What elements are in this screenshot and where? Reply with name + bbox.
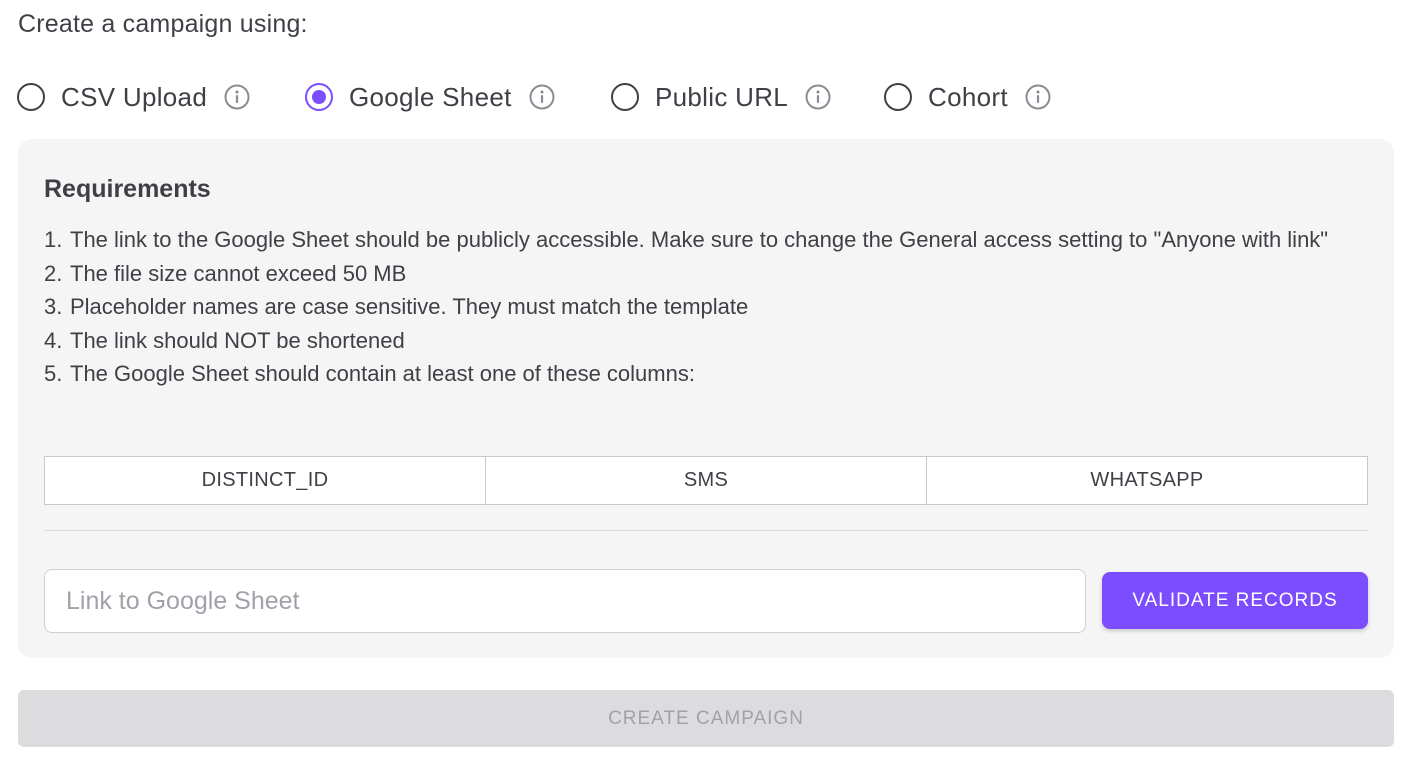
requirements-title: Requirements xyxy=(44,175,211,203)
option-csv-upload[interactable]: CSV Upload xyxy=(17,78,251,116)
list-item: 4. The link should NOT be shortened xyxy=(44,324,1364,358)
option-label-csv-upload: CSV Upload xyxy=(61,81,208,112)
list-item-number: 5. xyxy=(44,361,63,386)
option-label-google-sheet: Google Sheet xyxy=(349,81,512,112)
option-google-sheet[interactable]: Google Sheet xyxy=(305,78,556,116)
option-label-cohort: Cohort xyxy=(928,81,1008,112)
requirements-list: 1. The link to the Google Sheet should b… xyxy=(44,223,1364,391)
list-item-text: The link should NOT be shortened xyxy=(70,327,405,353)
info-icon[interactable] xyxy=(1024,83,1052,111)
list-item-number: 4. xyxy=(44,327,63,353)
list-item-number: 2. xyxy=(44,260,63,286)
page-title: Create a campaign using: xyxy=(18,10,308,38)
requirements-panel: Requirements 1. The link to the Google S… xyxy=(18,139,1394,658)
list-item-text: The Google Sheet should contain at least… xyxy=(70,361,695,386)
radio-google-sheet[interactable] xyxy=(305,83,333,111)
divider xyxy=(44,530,1368,531)
info-icon[interactable] xyxy=(804,83,832,111)
column-cell-distinct-id: DISTINCT_ID xyxy=(45,457,486,504)
info-icon[interactable] xyxy=(223,83,251,111)
create-campaign-button[interactable]: CREATE CAMPAIGN xyxy=(18,690,1394,747)
info-icon[interactable] xyxy=(528,83,556,111)
list-item-text: The file size cannot exceed 50 MB xyxy=(70,260,407,286)
radio-csv-upload[interactable] xyxy=(17,83,45,111)
validate-records-button[interactable]: VALIDATE RECORDS xyxy=(1102,572,1368,629)
list-item: 3. Placeholder names are case sensitive.… xyxy=(44,290,1364,324)
list-item-text: Placeholder names are case sensitive. Th… xyxy=(70,294,749,319)
campaign-source-options: CSV Upload Google Sheet Public URL Cohor… xyxy=(17,78,1117,116)
radio-cohort[interactable] xyxy=(884,83,912,111)
list-item: 2. The file size cannot exceed 50 MB xyxy=(44,257,1364,291)
column-cell-sms: SMS xyxy=(486,457,927,504)
list-item-number: 3. xyxy=(44,294,63,319)
list-item-text: The link to the Google Sheet should be p… xyxy=(70,227,1329,252)
radio-public-url[interactable] xyxy=(611,83,639,111)
list-item-number: 1. xyxy=(44,227,63,252)
option-label-public-url: Public URL xyxy=(655,81,789,112)
list-item: 1. The link to the Google Sheet should b… xyxy=(44,223,1364,257)
google-sheet-link-input[interactable] xyxy=(44,569,1086,633)
column-cell-whatsapp: WHATSAPP xyxy=(1090,469,1204,491)
required-columns-table: DISTINCT_ID SMS WHATSAPP xyxy=(44,456,1368,505)
option-cohort[interactable]: Cohort xyxy=(884,78,1052,116)
option-public-url[interactable]: Public URL xyxy=(611,78,832,116)
list-item: 5. The Google Sheet should contain at le… xyxy=(44,357,1364,391)
